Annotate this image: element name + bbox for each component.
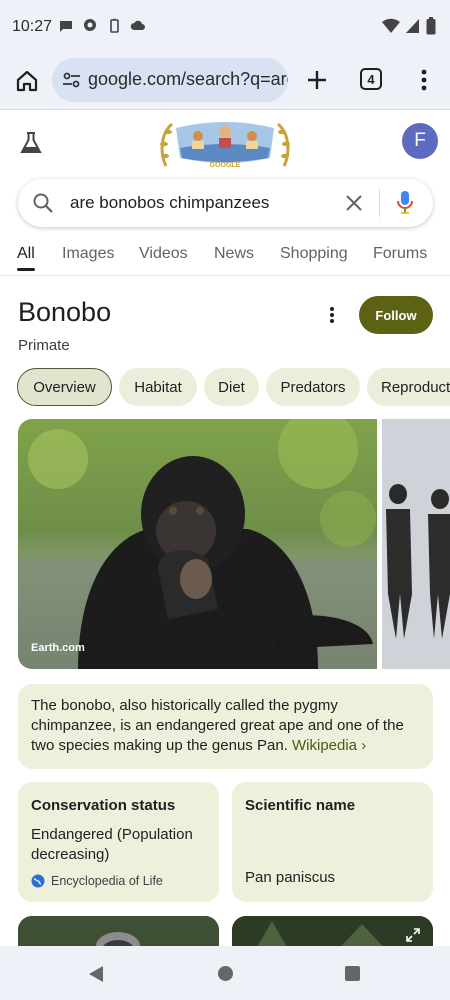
comparison-image <box>382 419 450 669</box>
globe-icon <box>31 874 45 888</box>
site-settings-icon[interactable] <box>62 71 82 89</box>
bonobo-photo-image <box>18 419 377 669</box>
chip-reproduction[interactable]: Reproduction <box>367 368 450 406</box>
search-input[interactable]: are bonobos chimpanzees <box>70 193 269 213</box>
voice-search-icon[interactable] <box>396 190 414 216</box>
image-credit: Earth.com <box>31 642 85 654</box>
topic-chips: Overview Habitat Diet Predators Reproduc… <box>0 368 450 406</box>
more-vert-icon <box>330 307 334 323</box>
scientific-name-card[interactable]: Scientific name Pan paniscus <box>232 782 433 902</box>
knowledge-panel-title: Bonobo <box>18 297 112 327</box>
chip-overview[interactable]: Overview <box>17 368 112 406</box>
address-bar[interactable]: google.com/search?q=are+bonobos+chimpanz… <box>52 58 288 102</box>
fact-title: Scientific name <box>245 797 356 814</box>
expand-icon[interactable] <box>406 928 420 942</box>
tab-switcher-button[interactable]: 4 <box>360 68 382 90</box>
message-icon <box>60 21 72 32</box>
tab-shopping[interactable]: Shopping <box>280 245 348 263</box>
search-tabs: All Images Videos News Shopping Forums <box>0 236 450 276</box>
google-doodle[interactable]: GOOGLE <box>158 118 292 170</box>
tab-all[interactable]: All <box>17 245 35 263</box>
active-tab-indicator <box>17 268 35 271</box>
knowledge-panel-more-button[interactable] <box>322 303 342 327</box>
tab-images[interactable]: Images <box>62 245 114 263</box>
system-icons <box>382 17 436 35</box>
fact-value: Endangered (Population decreasing) <box>31 826 193 863</box>
signal-icon <box>406 19 419 33</box>
back-icon[interactable] <box>88 965 104 983</box>
chip-diet[interactable]: Diet <box>204 368 259 406</box>
wifi-icon <box>382 18 400 33</box>
search-divider <box>379 189 380 217</box>
tab-videos[interactable]: Videos <box>139 245 188 263</box>
new-tab-button[interactable] <box>302 65 332 95</box>
bonobo-photo[interactable]: Earth.com <box>18 419 377 669</box>
browser-toolbar: google.com/search?q=are+bonobos+chimpanz… <box>0 54 450 110</box>
fact-source-label: Encyclopedia of Life <box>51 874 163 888</box>
knowledge-panel-subtitle: Primate <box>18 337 70 354</box>
fact-source[interactable]: Encyclopedia of Life <box>31 874 163 888</box>
new-tab-icon <box>308 71 326 89</box>
chip-habitat[interactable]: Habitat <box>119 368 197 406</box>
recents-icon[interactable] <box>345 966 360 981</box>
home-button[interactable] <box>12 66 42 96</box>
home-nav-icon[interactable] <box>218 966 233 981</box>
search-icon <box>33 193 53 213</box>
status-bar: 10:27 <box>0 0 450 54</box>
tab-forums[interactable]: Forums <box>373 245 427 263</box>
bonobo-comparison-photo[interactable] <box>382 419 450 669</box>
battery-saver-icon <box>110 18 119 33</box>
fact-value: Pan paniscus <box>245 869 336 886</box>
search-box[interactable]: are bonobos chimpanzees <box>18 179 433 227</box>
home-icon <box>16 70 38 92</box>
url-text: google.com/search?q=are+bonobos+chimpanz… <box>88 69 288 89</box>
tab-news[interactable]: News <box>214 245 254 263</box>
wikipedia-link[interactable]: Wikipedia › <box>292 737 366 754</box>
description-card: The bonobo, also historically called the… <box>18 684 433 769</box>
chip-predators[interactable]: Predators <box>266 368 360 406</box>
cloud-icon <box>130 20 145 30</box>
follow-button[interactable]: Follow <box>359 296 433 334</box>
status-time: 10:27 <box>12 18 53 35</box>
chat-icon <box>84 19 96 31</box>
clear-icon[interactable] <box>344 193 364 213</box>
battery-icon <box>426 17 436 35</box>
menu-icon <box>421 69 427 91</box>
conservation-status-card[interactable]: Conservation status Endangered (Populati… <box>18 782 219 902</box>
notification-icons <box>58 18 146 34</box>
labs-flask-icon[interactable] <box>18 130 44 156</box>
fact-title: Conservation status <box>31 797 176 814</box>
account-avatar[interactable]: F <box>402 123 438 159</box>
browser-menu-button[interactable] <box>410 65 438 95</box>
svg-text:GOOGLE: GOOGLE <box>210 162 241 169</box>
system-navigation-bar <box>0 946 450 1000</box>
